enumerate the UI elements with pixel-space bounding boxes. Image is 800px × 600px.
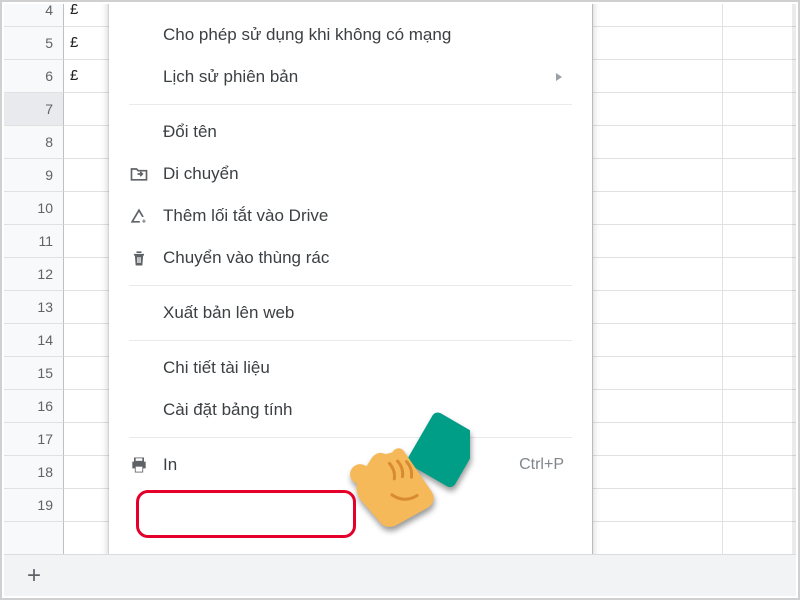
row-header[interactable]: 7 — [4, 93, 64, 126]
menu-item-move[interactable]: Di chuyển — [109, 153, 592, 195]
submenu-arrow-icon — [554, 70, 564, 85]
menu-item-print[interactable]: In Ctrl+P — [109, 444, 592, 486]
row-header[interactable]: 18 — [4, 456, 64, 489]
menu-separator — [129, 104, 572, 105]
cell[interactable] — [64, 192, 110, 225]
row-header[interactable]: 12 — [4, 258, 64, 291]
row-header[interactable]: 13 — [4, 291, 64, 324]
cell[interactable] — [64, 93, 110, 126]
menu-label: Cài đặt bảng tính — [163, 400, 564, 420]
menu-label: Chi tiết tài liệu — [163, 358, 564, 378]
row-header[interactable]: 4 — [4, 4, 64, 27]
menu-item-publish-web[interactable]: Xuất bản lên web — [109, 292, 592, 334]
cell[interactable] — [64, 456, 110, 489]
cell[interactable] — [64, 423, 110, 456]
cell[interactable] — [64, 225, 110, 258]
sheet-tab-bar: + — [4, 554, 796, 596]
row-header[interactable]: 8 — [4, 126, 64, 159]
menu-label: Lịch sử phiên bản — [163, 67, 554, 87]
cell[interactable] — [64, 522, 110, 555]
row-header[interactable]: 5 — [4, 27, 64, 60]
print-icon — [129, 455, 163, 475]
cell[interactable] — [64, 390, 110, 423]
menu-shortcut: Ctrl+P — [519, 456, 564, 474]
menu-label: Cho phép sử dụng khi không có mạng — [163, 25, 564, 45]
cell[interactable]: £ — [64, 4, 110, 27]
cell[interactable] — [64, 357, 110, 390]
menu-label: In — [163, 455, 519, 475]
row-header[interactable] — [4, 522, 64, 555]
menu-item-offline[interactable]: Cho phép sử dụng khi không có mạng — [109, 14, 592, 56]
menu-separator — [129, 285, 572, 286]
menu-separator — [129, 340, 572, 341]
folder-move-icon — [129, 164, 163, 184]
cell[interactable] — [64, 291, 110, 324]
menu-label: Chuyển vào thùng rác — [163, 248, 564, 268]
cell[interactable] — [64, 324, 110, 357]
cell[interactable] — [64, 489, 110, 522]
row-header[interactable]: 9 — [4, 159, 64, 192]
menu-item-cutoff[interactable] — [109, 4, 592, 14]
menu-label: Di chuyển — [163, 164, 564, 184]
row-header[interactable]: 10 — [4, 192, 64, 225]
menu-label: Đổi tên — [163, 122, 564, 142]
svg-text:+: + — [142, 217, 147, 226]
cell[interactable] — [64, 159, 110, 192]
cell[interactable]: £ — [64, 27, 110, 60]
menu-item-rename[interactable]: Đổi tên — [109, 111, 592, 153]
row-header[interactable]: 16 — [4, 390, 64, 423]
cell[interactable] — [64, 258, 110, 291]
cell[interactable] — [64, 126, 110, 159]
menu-item-spreadsheet-settings[interactable]: Cài đặt bảng tính — [109, 389, 592, 431]
file-context-menu: Cho phép sử dụng khi không có mạng Lịch … — [109, 4, 592, 596]
menu-item-add-shortcut[interactable]: + Thêm lối tắt vào Drive — [109, 195, 592, 237]
menu-item-document-details[interactable]: Chi tiết tài liệu — [109, 347, 592, 389]
row-header[interactable]: 6 — [4, 60, 64, 93]
vertical-scrollbar[interactable] — [792, 4, 796, 558]
row-header[interactable]: 15 — [4, 357, 64, 390]
add-sheet-button[interactable]: + — [4, 555, 64, 597]
menu-item-version-history[interactable]: Lịch sử phiên bản — [109, 56, 592, 98]
row-header[interactable]: 17 — [4, 423, 64, 456]
trash-icon — [129, 248, 163, 268]
cell[interactable]: £ — [64, 60, 110, 93]
row-header[interactable]: 14 — [4, 324, 64, 357]
drive-plus-icon: + — [129, 206, 163, 226]
menu-label: Xuất bản lên web — [163, 303, 564, 323]
row-header[interactable]: 19 — [4, 489, 64, 522]
menu-label: Thêm lối tắt vào Drive — [163, 206, 564, 226]
menu-item-trash[interactable]: Chuyển vào thùng rác — [109, 237, 592, 279]
menu-separator — [129, 437, 572, 438]
row-header[interactable]: 11 — [4, 225, 64, 258]
